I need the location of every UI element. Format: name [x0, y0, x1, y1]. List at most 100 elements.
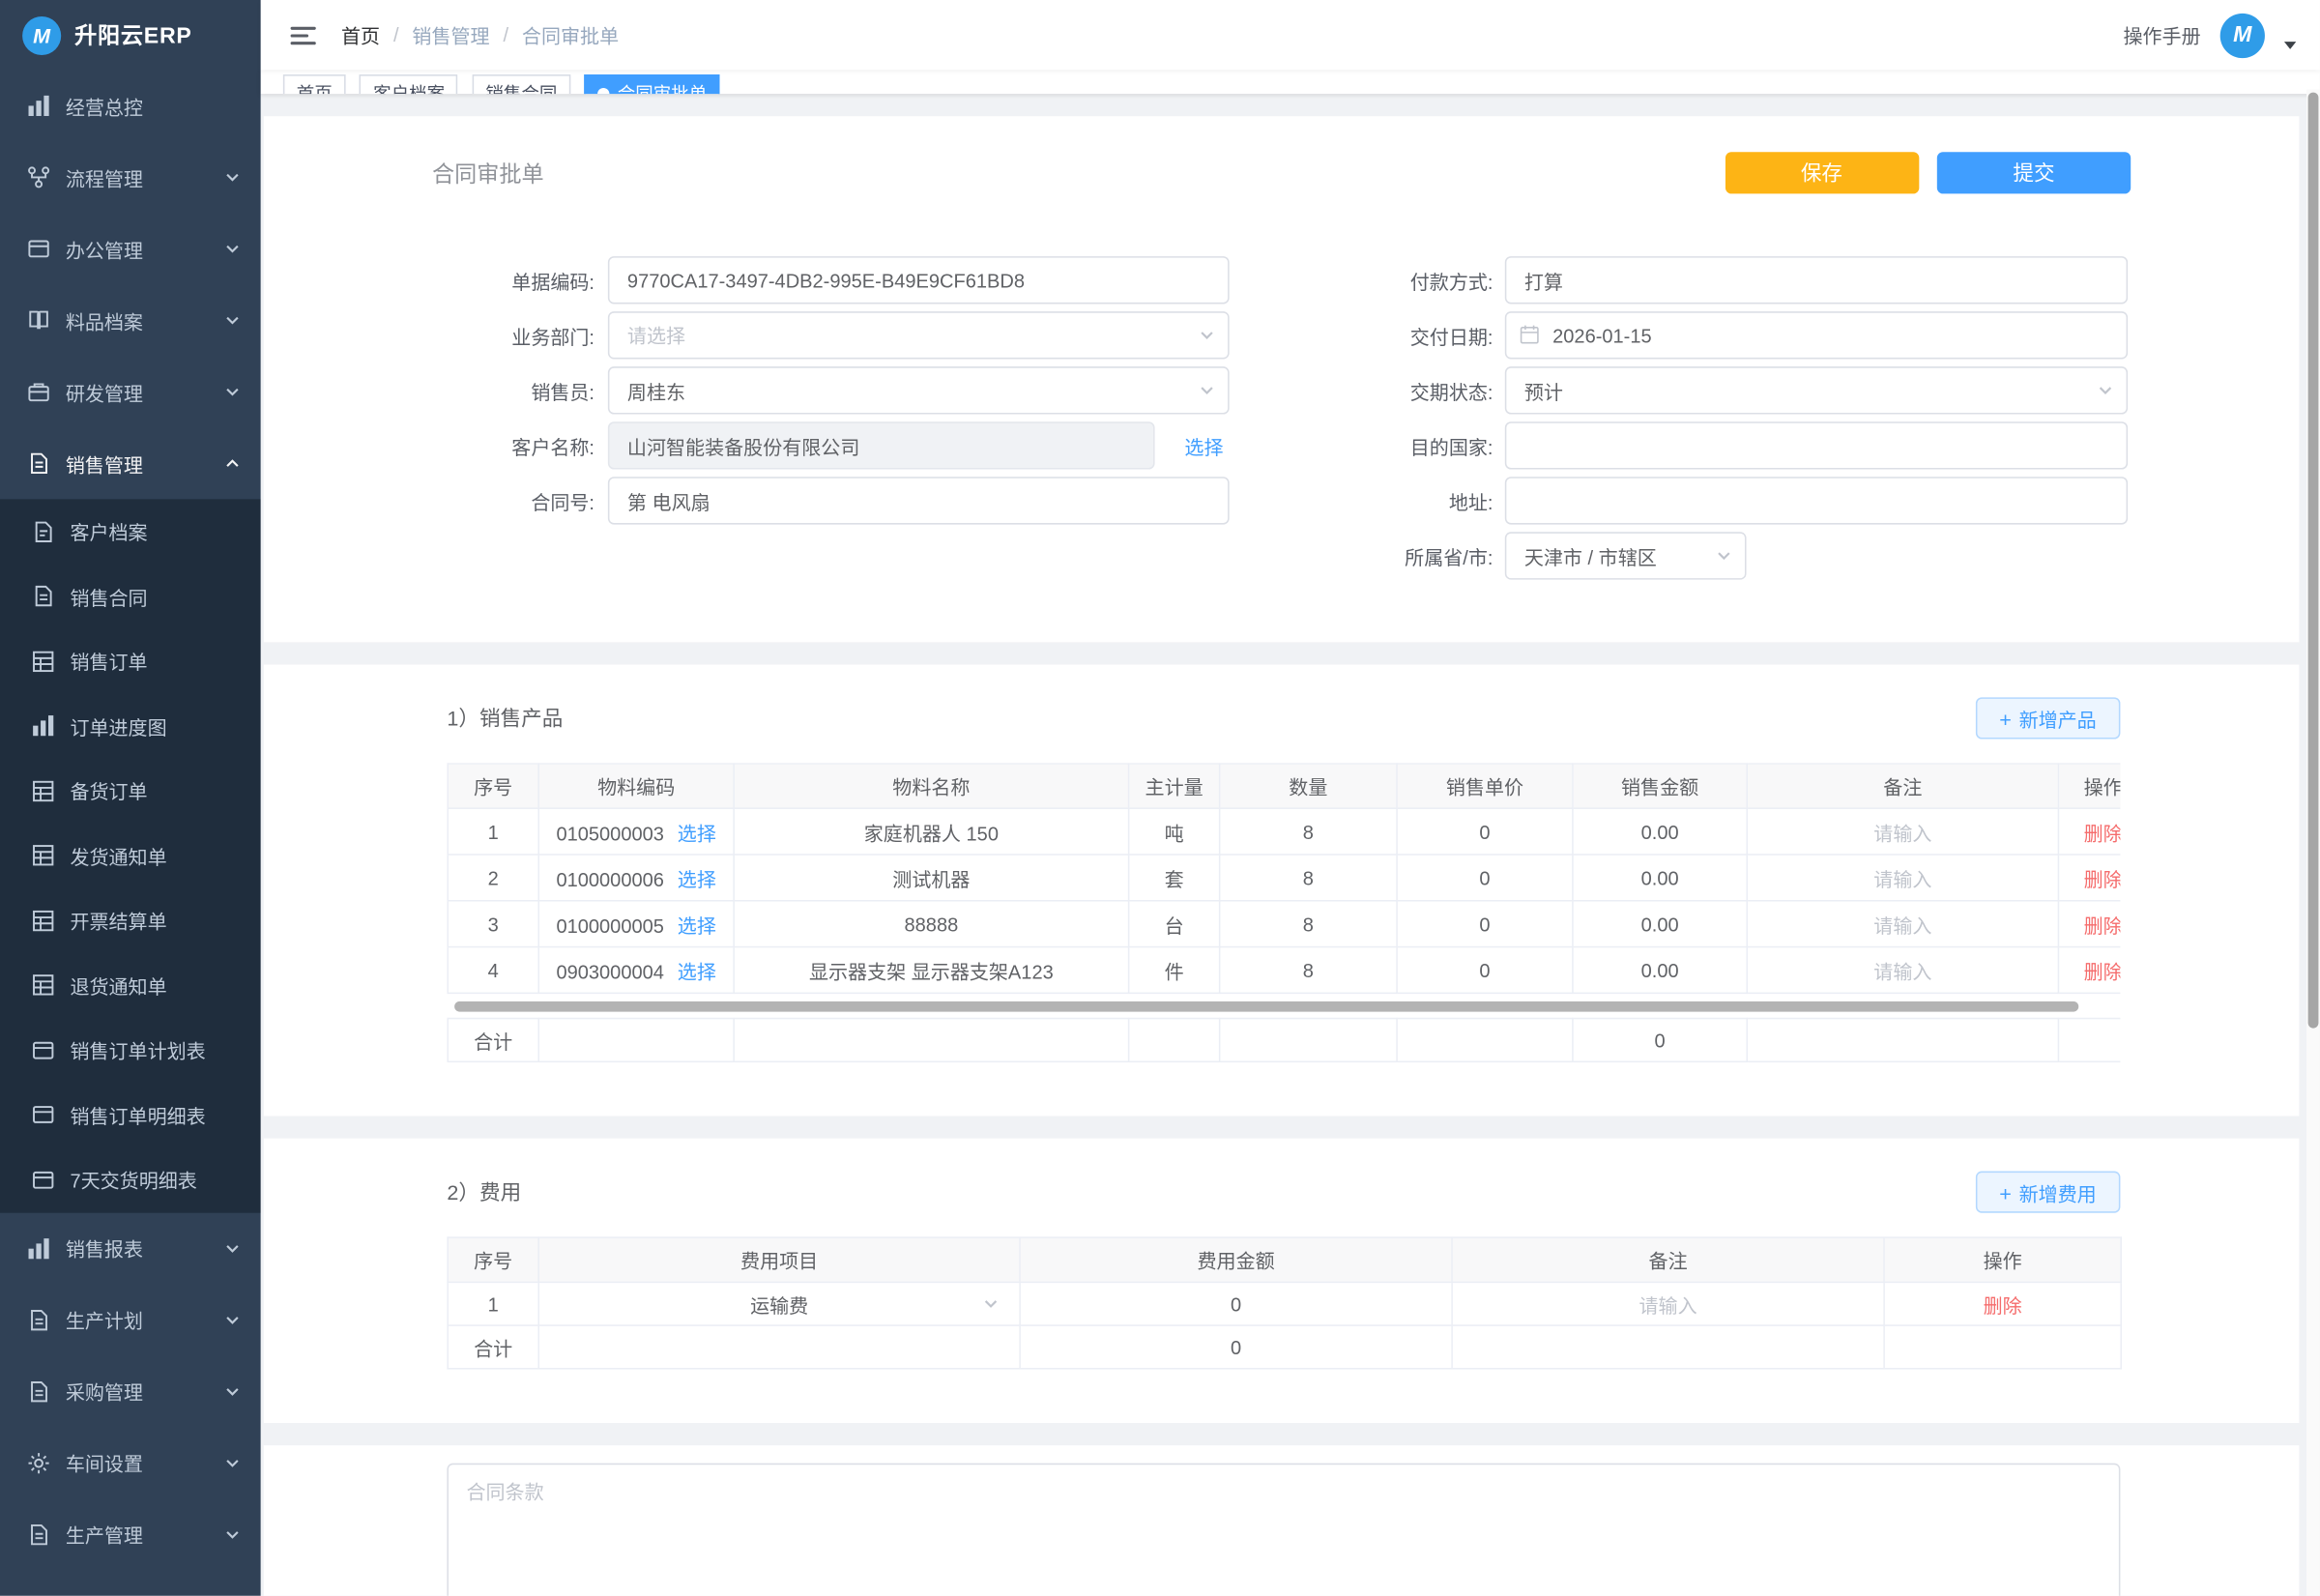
sidebar-toggle-icon[interactable]: [291, 26, 316, 44]
expenses-section-title: 2）费用: [447, 1177, 521, 1207]
note-cell[interactable]: 请输入: [1747, 901, 2058, 947]
sidebar-item-material-archives[interactable]: 料品档案: [0, 284, 261, 356]
col-actions: 操作: [1884, 1237, 2121, 1282]
main-area: 首页 / 销售管理 / 合同审批单 操作手册 M 首页 客户档案 销售合同 合同…: [261, 0, 2320, 1596]
topbar-right: 操作手册 M: [2123, 13, 2296, 57]
delete-row-link[interactable]: 删除: [2058, 808, 2120, 855]
sidebar-item-production-management[interactable]: 生产管理: [0, 1498, 261, 1570]
address-label: 地址:: [1282, 486, 1505, 514]
expense-item-select[interactable]: 运输费: [538, 1282, 1020, 1325]
products-panel: 1）销售产品 +新增产品 序号 物料编码 物料名称 主计量 数量: [264, 664, 2300, 1116]
document-edit-icon: [31, 520, 55, 544]
sidebar-item-sales-order-details[interactable]: 销售订单明细表: [0, 1083, 261, 1147]
submit-button[interactable]: 提交: [1937, 152, 2131, 193]
delivery-date-input[interactable]: [1505, 311, 2128, 359]
sidebar-item-sales-order-plan[interactable]: 销售订单计划表: [0, 1018, 261, 1083]
sidebar-item-sales-reports[interactable]: 销售报表: [0, 1212, 261, 1284]
products-summary-row: 合计 0: [447, 1018, 2120, 1062]
breadcrumb-home[interactable]: 首页: [341, 21, 380, 49]
user-avatar[interactable]: M: [2220, 13, 2265, 57]
sidebar: M 升阳云ERP 经营总控 流程管理 办公管理 料品档案: [0, 0, 261, 1596]
delete-row-link[interactable]: 删除: [2058, 855, 2120, 901]
sidebar-item-clipped[interactable]: [0, 1570, 261, 1596]
province-city-label: 所属省/市:: [1282, 541, 1505, 569]
breadcrumb-sales[interactable]: 销售管理: [412, 21, 489, 49]
add-expense-button[interactable]: +新增费用: [1976, 1172, 2121, 1213]
horizontal-scrollbar[interactable]: [447, 1000, 2120, 1013]
app-root: M 升阳云ERP 经营总控 流程管理 办公管理 料品档案: [0, 0, 2320, 1596]
delete-row-link[interactable]: 删除: [2058, 947, 2120, 994]
tab-contract-approval[interactable]: 合同审批单: [585, 74, 720, 94]
select-material-link[interactable]: 选择: [678, 914, 716, 937]
table-icon: [31, 844, 55, 868]
col-seq: 序号: [448, 764, 538, 808]
select-material-link[interactable]: 选择: [678, 868, 716, 890]
expenses-summary-row: 合计 0: [448, 1325, 2121, 1369]
sidebar-item-sales-management[interactable]: 销售管理: [0, 427, 261, 499]
contract-no-input[interactable]: [608, 477, 1230, 524]
delete-row-link[interactable]: 删除: [2058, 901, 2120, 947]
note-cell[interactable]: 请输入: [1452, 1282, 1884, 1325]
breadcrumb-separator: /: [503, 24, 508, 46]
salesperson-select[interactable]: [608, 366, 1230, 414]
note-cell[interactable]: 请输入: [1747, 808, 2058, 855]
sidebar-item-rd-management[interactable]: 研发管理: [0, 356, 261, 427]
sidebar-item-sales-orders[interactable]: 销售订单: [0, 628, 261, 693]
vertical-scrollbar-thumb[interactable]: [2308, 93, 2319, 1029]
choose-customer-link[interactable]: 选择: [1184, 431, 1223, 459]
expenses-panel: 2）费用 +新增费用 序号 费用项目 费用金额 备注 操作: [264, 1139, 2300, 1423]
product-row: 1 0105000003选择 家庭机器人 150 吨 8 0 0.00 请输入 …: [448, 808, 2120, 855]
save-button[interactable]: 保存: [1725, 152, 1918, 193]
vertical-scrollbar[interactable]: [2306, 89, 2320, 1595]
sidebar-item-order-progress-chart[interactable]: 订单进度图: [0, 694, 261, 759]
card-icon: [31, 1103, 55, 1127]
expenses-table: 序号 费用项目 费用金额 备注 操作 1 运输费: [447, 1236, 2122, 1369]
sidebar-item-workshop-settings[interactable]: 车间设置: [0, 1427, 261, 1498]
select-material-link[interactable]: 选择: [678, 960, 716, 982]
destination-country-input[interactable]: [1505, 421, 2128, 469]
note-cell[interactable]: 请输入: [1747, 947, 2058, 994]
chevron-down-icon: [223, 311, 241, 329]
sidebar-item-delivery-notices[interactable]: 发货通知单: [0, 824, 261, 888]
province-city-select[interactable]: [1505, 532, 1747, 579]
sales-submenu: 客户档案 销售合同 销售订单 订单进度图 备货订单: [0, 499, 261, 1212]
sidebar-item-return-notices[interactable]: 退货通知单: [0, 953, 261, 1018]
breadcrumb-current: 合同审批单: [522, 21, 619, 49]
sidebar-item-purchasing-management[interactable]: 采购管理: [0, 1355, 261, 1427]
contract-terms-textarea[interactable]: [447, 1464, 2120, 1596]
sidebar-item-customer-archives[interactable]: 客户档案: [0, 499, 261, 564]
chevron-down-icon: [223, 1525, 241, 1543]
tab-sales-contracts[interactable]: 销售合同: [473, 74, 571, 94]
doc-code-input[interactable]: [608, 256, 1230, 304]
sidebar-item-process-management[interactable]: 流程管理: [0, 141, 261, 213]
breadcrumb: 首页 / 销售管理 / 合同审批单: [341, 21, 619, 49]
address-input[interactable]: [1505, 477, 2128, 524]
payment-method-input[interactable]: [1505, 256, 2128, 304]
sidebar-item-operations-overview[interactable]: 经营总控: [0, 70, 261, 141]
terms-panel: [264, 1445, 2300, 1596]
tab-home[interactable]: 首页: [283, 74, 346, 94]
bar-chart-icon: [27, 1236, 51, 1261]
manual-link[interactable]: 操作手册: [2123, 21, 2200, 49]
chevron-up-icon: [223, 454, 241, 472]
sidebar-item-sales-contracts[interactable]: 销售合同: [0, 564, 261, 628]
chevron-down-icon: [223, 1382, 241, 1400]
sidebar-item-invoicing-settlement[interactable]: 开票结算单: [0, 888, 261, 953]
delivery-status-select[interactable]: [1505, 366, 2128, 414]
sidebar-item-office-management[interactable]: 办公管理: [0, 213, 261, 284]
sidebar-item-stock-orders[interactable]: 备货订单: [0, 759, 261, 824]
page-content: 合同审批单 保存 提交 单据编码: 业务部门:: [261, 94, 2320, 1596]
select-material-link[interactable]: 选择: [678, 822, 716, 844]
add-product-button[interactable]: +新增产品: [1976, 697, 2121, 739]
sidebar-item-seven-day-delivery[interactable]: 7天交货明细表: [0, 1147, 261, 1212]
delete-row-link[interactable]: 删除: [1884, 1282, 2121, 1325]
horizontal-scrollbar-thumb[interactable]: [454, 1001, 2078, 1012]
payment-method-label: 付款方式:: [1282, 266, 1505, 294]
calendar-icon: [1519, 323, 1541, 345]
business-dept-select[interactable]: [608, 311, 1230, 359]
tab-customer-archives[interactable]: 客户档案: [360, 74, 458, 94]
caret-down-icon[interactable]: [2284, 42, 2296, 49]
note-cell[interactable]: 请输入: [1747, 855, 2058, 901]
sidebar-item-production-planning[interactable]: 生产计划: [0, 1284, 261, 1355]
app-logo: M 升阳云ERP: [0, 0, 261, 70]
